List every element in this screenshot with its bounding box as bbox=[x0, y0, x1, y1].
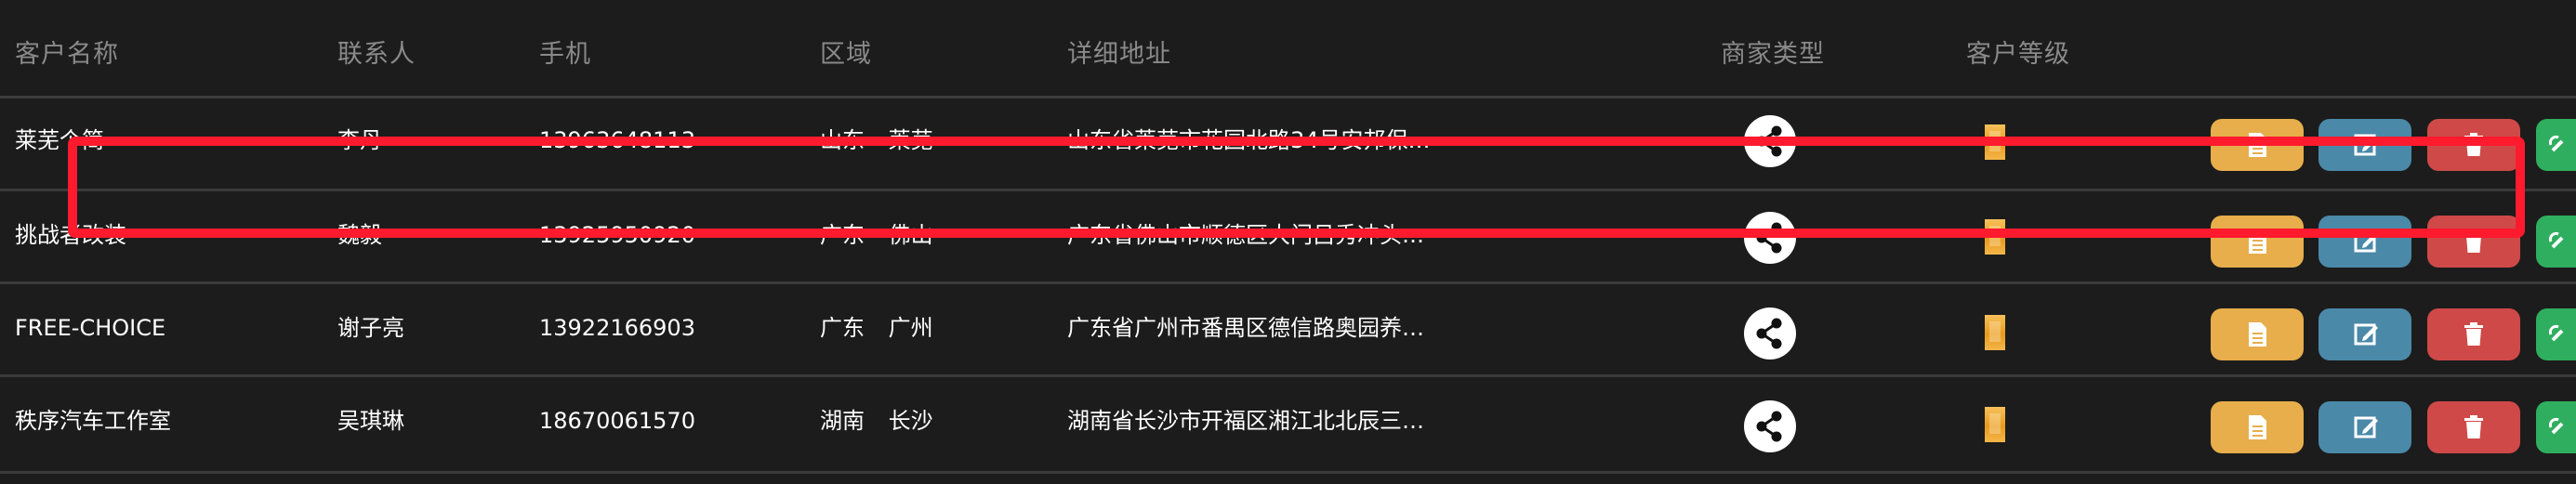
customer-name: FREE-CHOICE bbox=[15, 315, 166, 341]
contact-name: 吴琪琳 bbox=[337, 408, 404, 434]
header-phone[interactable]: 手机 bbox=[539, 33, 591, 70]
phone-number: 18670061570 bbox=[539, 408, 695, 434]
delete-button[interactable] bbox=[2427, 401, 2520, 453]
edit-button[interactable] bbox=[2318, 401, 2411, 453]
view-button[interactable] bbox=[2211, 401, 2304, 453]
link-icon bbox=[2548, 324, 2564, 342]
link-button[interactable] bbox=[2536, 119, 2576, 171]
address: 湖南省长沙市开福区湘江北北辰三… bbox=[1067, 408, 1424, 434]
link-icon bbox=[2548, 417, 2564, 435]
share-icon[interactable] bbox=[1744, 307, 1796, 360]
highlight-box bbox=[68, 137, 2525, 238]
edit-button[interactable] bbox=[2318, 308, 2411, 360]
link-icon bbox=[2548, 135, 2564, 152]
share-icon[interactable] bbox=[1744, 400, 1796, 452]
document-icon bbox=[2249, 322, 2266, 347]
contact-name: 谢子亮 bbox=[337, 315, 404, 341]
edit-icon bbox=[2354, 323, 2378, 346]
header-contact[interactable]: 联系人 bbox=[337, 33, 416, 70]
customer-name: 秩序汽车工作室 bbox=[15, 408, 171, 434]
header-customer-level[interactable]: 客户等级 bbox=[1966, 33, 2070, 70]
level-badge-icon bbox=[1985, 407, 2005, 442]
edit-icon bbox=[2354, 416, 2378, 438]
header-merchant-type[interactable]: 商家类型 bbox=[1721, 33, 1825, 70]
trash-icon bbox=[2464, 322, 2483, 346]
table-row[interactable]: FREE-CHOICE 谢子亮 13922166903 广东 广州 广东省广州市… bbox=[0, 284, 2576, 377]
table-row[interactable]: 秩序汽车工作室 吴琪琳 18670061570 湖南 长沙 湖南省长沙市开福区湘… bbox=[0, 377, 2576, 474]
link-icon bbox=[2548, 231, 2564, 249]
table-header: 客户名称 联系人 手机 区域 详细地址 商家类型 客户等级 bbox=[0, 0, 2576, 98]
link-button[interactable] bbox=[2536, 216, 2576, 268]
phone-number: 13922166903 bbox=[539, 315, 695, 341]
document-icon bbox=[2249, 415, 2266, 439]
link-button[interactable] bbox=[2536, 308, 2576, 360]
delete-button[interactable] bbox=[2427, 308, 2520, 360]
header-address[interactable]: 详细地址 bbox=[1067, 33, 1171, 70]
header-customer-name[interactable]: 客户名称 bbox=[15, 33, 119, 70]
address: 广东省广州市番禺区德信路奥园养… bbox=[1067, 315, 1424, 341]
link-button[interactable] bbox=[2536, 401, 2576, 453]
customer-table: 客户名称 联系人 手机 区域 详细地址 商家类型 客户等级 莱芜个简 李丹 13… bbox=[0, 0, 2576, 484]
trash-icon bbox=[2464, 415, 2483, 438]
region: 广东 广州 bbox=[820, 315, 933, 341]
header-region[interactable]: 区域 bbox=[820, 33, 872, 70]
view-button[interactable] bbox=[2211, 308, 2304, 360]
level-badge-icon bbox=[1985, 315, 2005, 350]
region: 湖南 长沙 bbox=[820, 408, 933, 434]
